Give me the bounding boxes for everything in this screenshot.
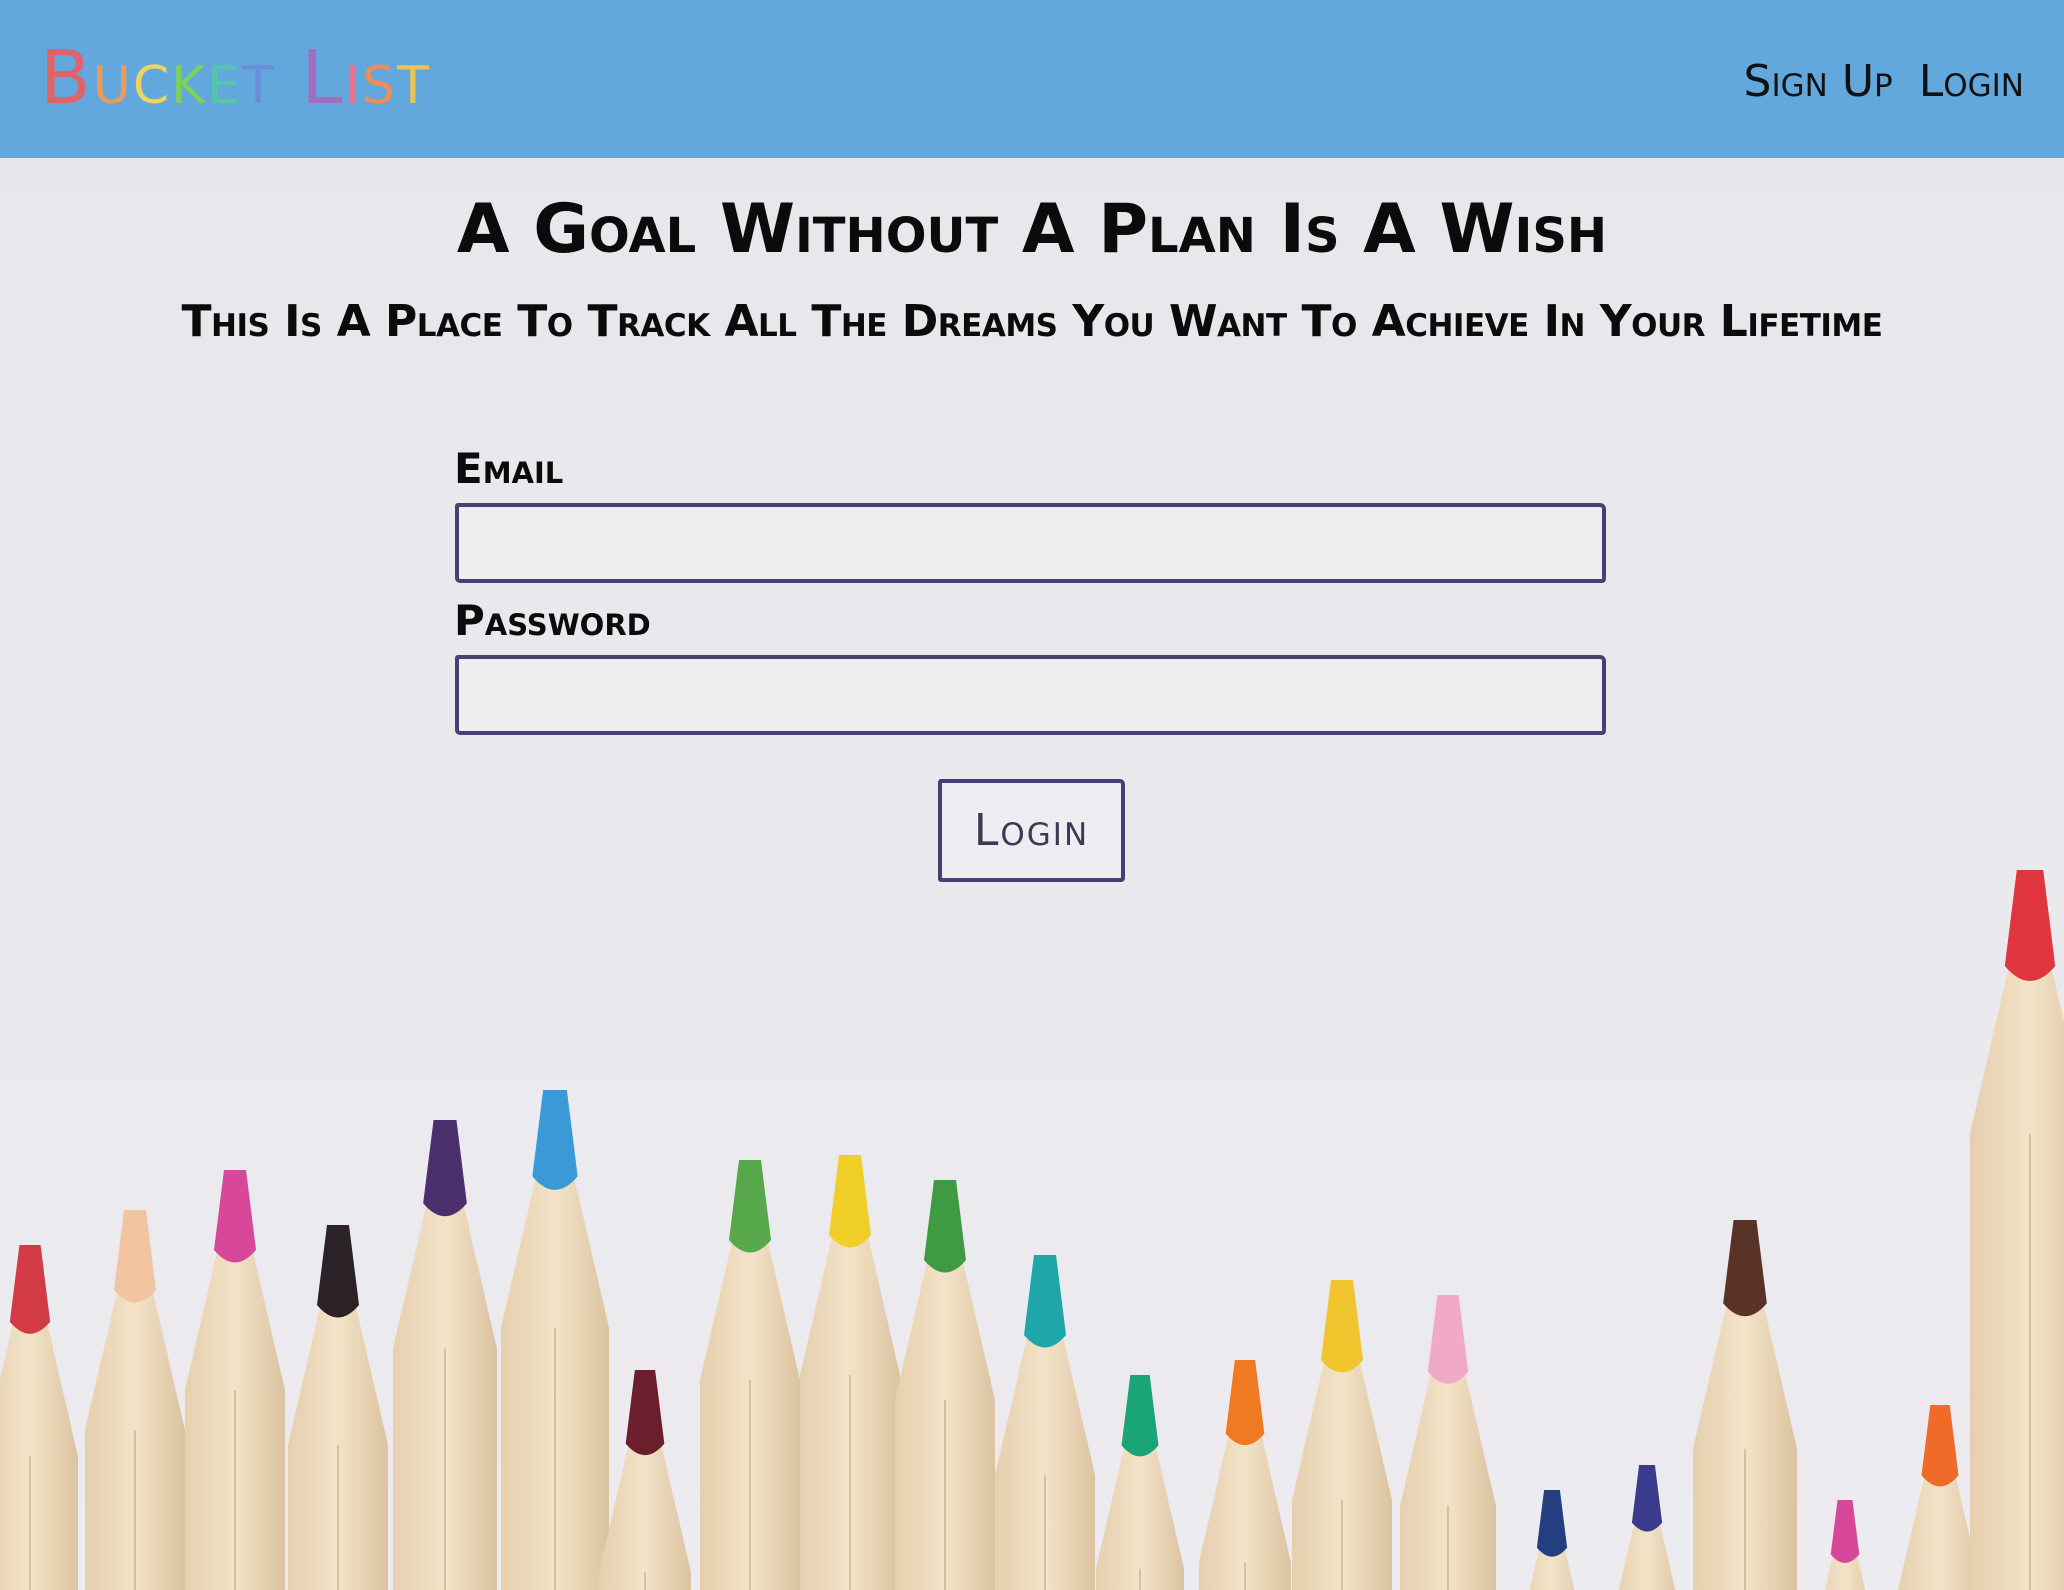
login-button[interactable]: Login [938,779,1125,882]
brand-logo[interactable]: Bucket List [40,38,431,118]
brand-letter: c [132,35,172,121]
password-field[interactable] [455,655,1606,735]
brand-letter: k [171,35,208,121]
brand-letter: i [344,35,362,121]
password-label: Password [454,596,651,645]
brand-letter: t [397,35,431,121]
brand-letter: s [362,35,398,121]
navbar: Bucket List Sign Up Login [0,0,2064,158]
brand-letter: B [40,35,93,121]
page-title: A Goal Without A Plan Is A Wish [456,190,1608,269]
email-label: Email [454,444,564,493]
page-subtitle: This Is A Place To Track All The Dreams … [181,296,1883,347]
nav-links: Sign Up Login [1744,56,2024,108]
brand-letter: e [207,35,243,121]
email-field[interactable] [455,503,1606,583]
nav-link-login[interactable]: Login [1919,56,2024,108]
nav-link-sign-up[interactable]: Sign Up [1744,56,1893,108]
brand-letter: t [242,35,276,121]
brand-letter [276,38,302,118]
brand-letter: u [92,35,133,121]
brand-letter: L [301,35,345,121]
